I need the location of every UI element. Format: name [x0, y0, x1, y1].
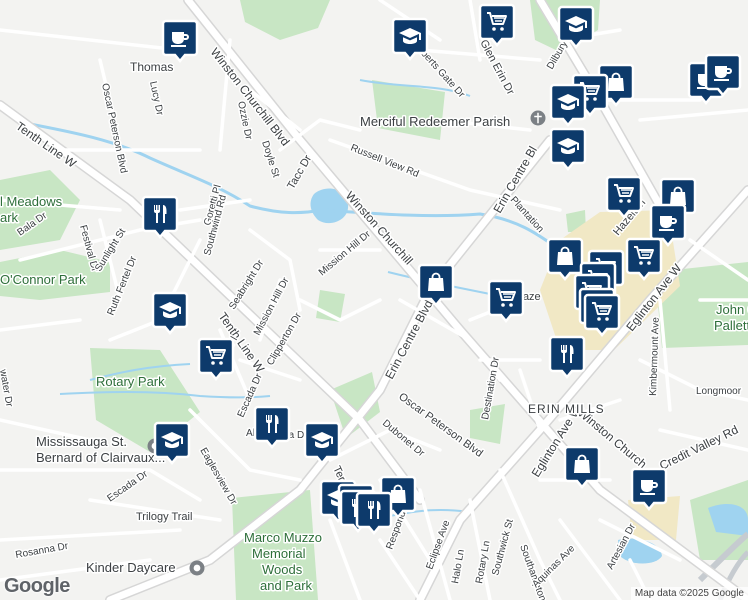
place-label-john-b: Pallett P	[714, 318, 748, 333]
place-label-marco-b: Memorial	[252, 546, 306, 561]
place-label-mississauga-b: Bernard of Clairvaux...	[36, 450, 165, 465]
poi-marker-school-14[interactable]	[151, 291, 189, 335]
place-label-marco-c: Woods	[262, 562, 303, 577]
street-label-trilogy: Trilogy Trail	[136, 511, 192, 523]
place-label-merciful: Merciful Redeemer Parish	[360, 114, 510, 129]
poi-marker-restaurant-24[interactable]	[548, 335, 586, 379]
street-label-al: Al	[246, 428, 255, 439]
place-label-meadows-a: l Meadows	[0, 194, 63, 209]
google-logo: Google	[4, 575, 70, 597]
poi-marker-shopping-bag-16[interactable]	[546, 237, 584, 281]
poi-marker-grocery-cart-2[interactable]	[478, 3, 516, 47]
poi-marker-grocery-cart-11[interactable]	[605, 175, 643, 219]
daycare-icon[interactable]	[189, 560, 205, 576]
poi-marker-school-27[interactable]	[303, 421, 341, 465]
place-label-marco-d: and Park	[260, 578, 313, 593]
poi-marker-shopping-bag-15[interactable]	[417, 263, 455, 307]
place-label-meadows-b: ark	[0, 210, 19, 225]
poi-marker-restaurant-35[interactable]	[355, 491, 393, 535]
poi-marker-cafe-30[interactable]	[630, 467, 668, 511]
place-label-rotary-park: Rotary Park	[96, 374, 165, 389]
poi-marker-grocery-cart-22[interactable]	[583, 293, 621, 337]
place-label-mississauga-a: Mississauga St.	[36, 434, 127, 449]
poi-marker-school-9[interactable]	[549, 127, 587, 171]
church-icon[interactable]	[530, 110, 546, 126]
poi-marker-grocery-cart-25[interactable]	[197, 337, 235, 381]
place-label-kinder: Kinder Daycare	[86, 560, 176, 575]
place-label-oconnor: O'Connor Park	[0, 272, 86, 287]
place-label-john-a: John C	[716, 302, 748, 317]
place-label-marco-a: Marco Muzzo	[244, 530, 322, 545]
place-label-erin-mills: ERIN MILLS	[528, 402, 605, 416]
poi-marker-grocery-cart-23[interactable]	[487, 279, 525, 323]
poi-marker-restaurant-26[interactable]	[253, 405, 291, 449]
poi-marker-school-1[interactable]	[391, 17, 429, 61]
poi-marker-school-3[interactable]	[557, 5, 595, 49]
poi-marker-cafe-6[interactable]	[704, 53, 742, 97]
street-label-thomas: Thomas	[130, 60, 173, 74]
map-attribution: Map data ©2025 Google	[630, 587, 748, 600]
poi-marker-shopping-bag-29[interactable]	[563, 445, 601, 489]
map-canvas[interactable]: ThomasLucy DrOscar Peterson Blvd Ozzie Dr…	[0, 0, 748, 600]
poi-marker-grocery-cart-17[interactable]	[625, 237, 663, 281]
street-label-longmoor: Longmoor	[696, 386, 742, 397]
poi-marker-school-8[interactable]	[549, 83, 587, 127]
poi-marker-school-28[interactable]	[153, 421, 191, 465]
poi-marker-cafe-0[interactable]	[161, 19, 199, 63]
poi-marker-restaurant-10[interactable]	[141, 195, 179, 239]
